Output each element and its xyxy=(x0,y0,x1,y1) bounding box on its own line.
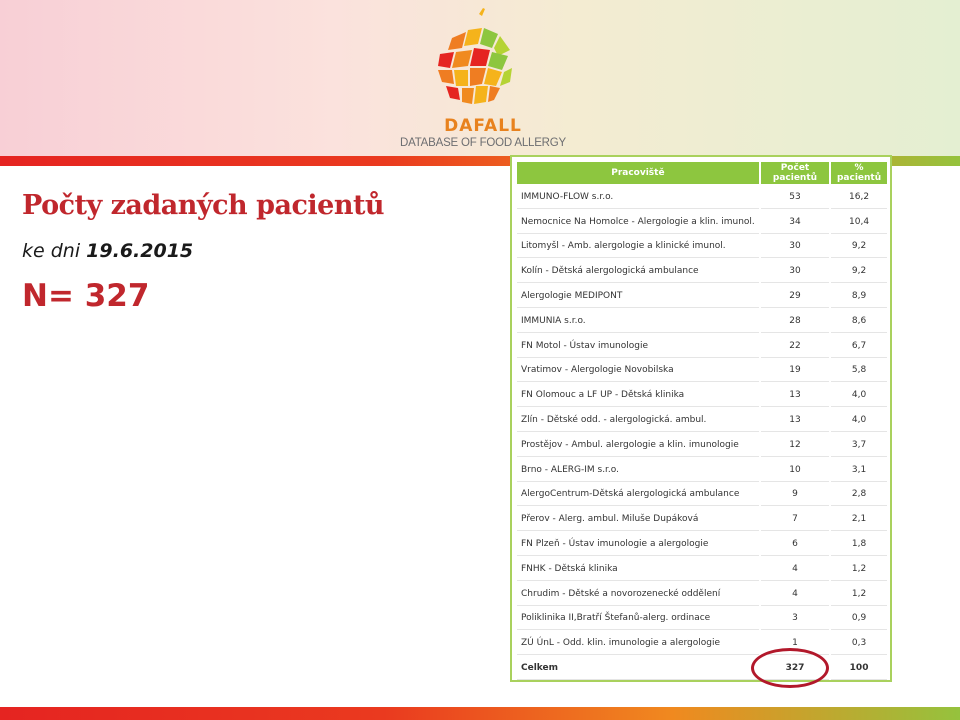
patient-total: N= 327 xyxy=(22,278,150,314)
row-pct: 0,9 xyxy=(831,607,887,631)
row-name: Chrudim - Dětské a novorozenecké oddělen… xyxy=(517,582,759,606)
row-count: 22 xyxy=(760,334,830,358)
row-name: FN Motol - Ústav imunologie xyxy=(517,334,759,358)
apple-logo-icon xyxy=(438,8,512,104)
row-pct: 2,8 xyxy=(831,483,887,507)
row-name: Přerov - Alerg. ambul. Miluše Dupáková xyxy=(517,508,759,532)
row-count: 12 xyxy=(760,433,830,457)
logo-tagline: DATABASE OF FOOD ALLERGY xyxy=(399,137,567,149)
row-count: 29 xyxy=(760,285,830,308)
table-row: AlergoCentrum-Dětská alergologická ambul… xyxy=(517,483,887,507)
row-name: ZÚ ÚnL - Odd. klin. imunologie a alergol… xyxy=(517,632,759,656)
header-patient-count: Počet pacientů xyxy=(760,162,830,184)
row-pct: 8,9 xyxy=(831,285,887,308)
row-count: 4 xyxy=(760,557,830,581)
dafall-logo: DAFALL DATABASE OF FOOD ALLERGY xyxy=(388,8,578,150)
row-count: 19 xyxy=(760,359,830,383)
row-name: IMMUNO-FLOW s.r.o. xyxy=(517,186,759,209)
table-row: FN Plzeň - Ústav imunologie a alergologi… xyxy=(517,533,887,556)
table-row: ZÚ ÚnL - Odd. klin. imunologie a alergol… xyxy=(517,632,887,656)
table-row: FNHK - Dětská klinika 4 1,2 xyxy=(517,557,887,581)
row-name: Poliklinika II,Bratří Štefanů-alerg. ord… xyxy=(517,607,759,631)
row-pct: 10,4 xyxy=(831,210,887,234)
patients-table-frame: Pracoviště Počet pacientů % pacientů IMM… xyxy=(510,155,892,682)
row-pct: 5,8 xyxy=(831,359,887,383)
row-name: Zlín - Dětské odd. - alergologická. ambu… xyxy=(517,409,759,432)
row-name: Alergologie MEDIPONT xyxy=(517,285,759,308)
row-name: Vratimov - Alergologie Novobilska xyxy=(517,359,759,383)
row-count: 28 xyxy=(760,309,830,333)
row-count: 4 xyxy=(760,582,830,606)
logo-name: DAFALL xyxy=(444,116,522,136)
table-row: FN Olomouc a LF UP - Dětská klinika 13 4,0 xyxy=(517,384,887,408)
table-row: Nemocnice Na Homolce - Alergologie a kli… xyxy=(517,210,887,234)
table-row: Litomyšl - Amb. alergologie a klinické i… xyxy=(517,235,887,259)
row-name: FN Plzeň - Ústav imunologie a alergologi… xyxy=(517,533,759,556)
row-pct: 16,2 xyxy=(831,186,887,209)
table-row: IMMUNO-FLOW s.r.o. 53 16,2 xyxy=(517,186,887,209)
row-count: 7 xyxy=(760,508,830,532)
bottom-color-bar xyxy=(0,707,960,720)
table-row: Vratimov - Alergologie Novobilska 19 5,8 xyxy=(517,359,887,383)
table-total-row: Celkem 327 100 xyxy=(517,657,887,680)
table-row: Poliklinika II,Bratří Štefanů-alerg. ord… xyxy=(517,607,887,631)
row-pct: 1,8 xyxy=(831,533,887,556)
row-name: AlergoCentrum-Dětská alergologická ambul… xyxy=(517,483,759,507)
row-count: 6 xyxy=(760,533,830,556)
date-value: 19.6.2015 xyxy=(86,240,194,262)
row-pct: 8,6 xyxy=(831,309,887,333)
row-name: Litomyšl - Amb. alergologie a klinické i… xyxy=(517,235,759,259)
table-row: IMMUNIA s.r.o. 28 8,6 xyxy=(517,309,887,333)
row-pct: 1,2 xyxy=(831,557,887,581)
row-count: 30 xyxy=(760,260,830,284)
table-row: FN Motol - Ústav imunologie 22 6,7 xyxy=(517,334,887,358)
row-pct: 9,2 xyxy=(831,260,887,284)
row-count: 9 xyxy=(760,483,830,507)
row-pct: 4,0 xyxy=(831,384,887,408)
row-pct: 1,2 xyxy=(831,582,887,606)
table-row: Alergologie MEDIPONT 29 8,9 xyxy=(517,285,887,308)
table-row: Přerov - Alerg. ambul. Miluše Dupáková 7 2… xyxy=(517,508,887,532)
date-label: ke dni xyxy=(22,240,81,262)
row-pct: 3,1 xyxy=(831,458,887,482)
total-highlight-circle xyxy=(751,648,829,688)
row-name: FNHK - Dětská klinika xyxy=(517,557,759,581)
row-count: 13 xyxy=(760,409,830,432)
total-name: Celkem xyxy=(517,657,759,680)
row-name: Brno - ALERG-IM s.r.o. xyxy=(517,458,759,482)
row-count: 10 xyxy=(760,458,830,482)
header-patient-pct: % pacientů xyxy=(831,162,887,184)
row-name: Prostějov - Ambul. alergologie a klin. i… xyxy=(517,433,759,457)
table-row: Prostějov - Ambul. alergologie a klin. i… xyxy=(517,433,887,457)
row-name: IMMUNIA s.r.o. xyxy=(517,309,759,333)
date-line: ke dni 19.6.2015 xyxy=(22,240,193,262)
total-pct: 100 xyxy=(831,657,887,680)
row-count: 34 xyxy=(760,210,830,234)
row-count: 53 xyxy=(760,186,830,209)
row-pct: 3,7 xyxy=(831,433,887,457)
row-name: FN Olomouc a LF UP - Dětská klinika xyxy=(517,384,759,408)
row-pct: 0,3 xyxy=(831,632,887,656)
table-row: Zlín - Dětské odd. - alergologická. ambu… xyxy=(517,409,887,432)
table-row: Kolín - Dětská alergologická ambulance 30… xyxy=(517,260,887,284)
row-pct: 6,7 xyxy=(831,334,887,358)
row-pct: 9,2 xyxy=(831,235,887,259)
row-name: Nemocnice Na Homolce - Alergologie a kli… xyxy=(517,210,759,234)
table-row: Chrudim - Dětské a novorozenecké oddělen… xyxy=(517,582,887,606)
row-count: 30 xyxy=(760,235,830,259)
row-count: 13 xyxy=(760,384,830,408)
header-workplace: Pracoviště xyxy=(517,162,759,184)
table-row: Brno - ALERG-IM s.r.o. 10 3,1 xyxy=(517,458,887,482)
row-pct: 2,1 xyxy=(831,508,887,532)
table-header-row: Pracoviště Počet pacientů % pacientů xyxy=(517,162,887,184)
row-count: 3 xyxy=(760,607,830,631)
slide-title: Počty zadaných pacientů xyxy=(22,190,385,221)
patients-table: Pracoviště Počet pacientů % pacientů IMM… xyxy=(515,160,889,682)
row-name: Kolín - Dětská alergologická ambulance xyxy=(517,260,759,284)
row-pct: 4,0 xyxy=(831,409,887,432)
